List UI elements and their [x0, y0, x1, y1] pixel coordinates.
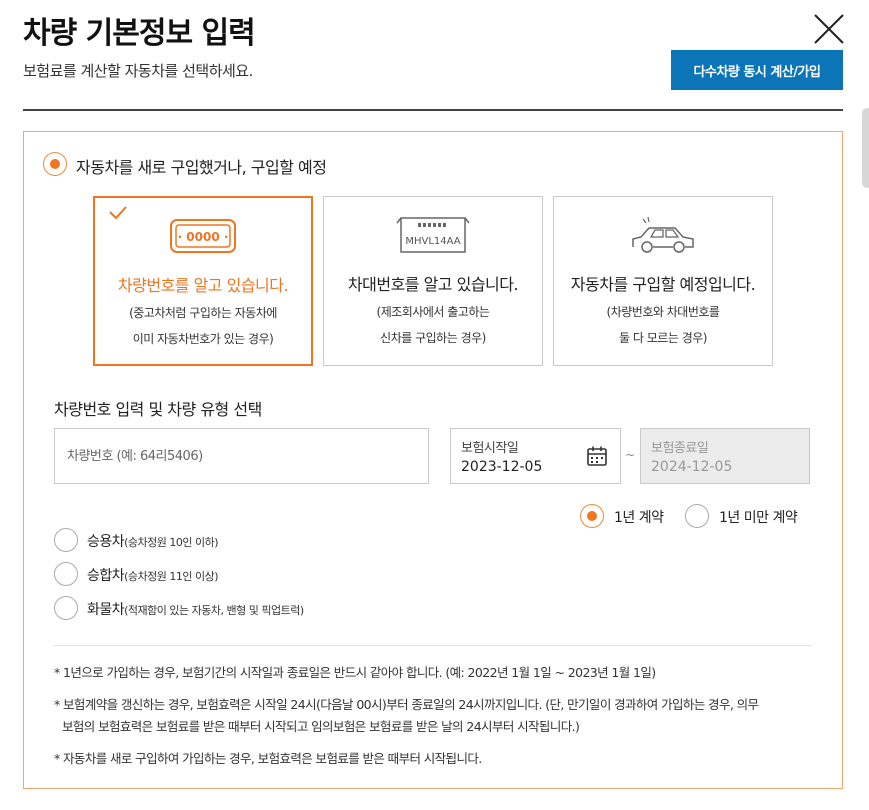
plate-icon-text: · 0000 ·	[178, 230, 229, 244]
card-desc-line2: 둘 다 모르는 경우)	[619, 331, 707, 345]
car-type-name: 승합차	[87, 568, 125, 584]
note-2-cont: 보험의 보험효력은 보험료를 받은 때부터 시작되고 임의보험은 보험료를 받은…	[62, 719, 580, 734]
card-planned-purchase[interactable]: 자동차를 구입할 예정입니다. (차량번호와 차대번호를 둘 다 모르는 경우)	[553, 196, 773, 366]
page-title: 차량 기본정보 입력	[23, 16, 256, 51]
page-subtitle: 보험료를 계산할 자동차를 선택하세요.	[23, 62, 253, 80]
calendar-icon[interactable]	[586, 445, 608, 467]
car-type-name: 화물차	[87, 602, 125, 618]
card-title: 자동차를 구입할 예정입니다.	[570, 275, 756, 294]
section-title: 차량번호 입력 및 차량 유형 선택	[54, 400, 262, 419]
note-2: * 보험계약을 갱신하는 경우, 보험효력은 시작일 24시(다음날 00시)부…	[54, 697, 759, 712]
notes-divider	[54, 645, 812, 646]
card-desc-line1: (제조회사에서 출고하는	[376, 305, 490, 319]
vin-icon-text: MHVL14AA	[405, 236, 460, 247]
car-type-desc: (적재함이 있는 자동차, 밴형 및 픽업트럭)	[124, 604, 304, 617]
new-car-radio[interactable]	[43, 152, 67, 176]
term-1year-label: 1년 계약	[614, 510, 664, 526]
term-short-radio[interactable]	[685, 504, 709, 528]
scrollbar-handle[interactable]	[862, 108, 869, 188]
car-type-desc: (승차정원 11인 이상)	[124, 570, 219, 583]
start-date-field[interactable]: 보험시작일 2023-12-05	[450, 428, 621, 484]
vin-plate-icon: MHVL14AA	[396, 217, 470, 253]
car-type-truck-radio[interactable]	[54, 596, 78, 620]
end-date-label: 보험종료일	[651, 441, 709, 456]
car-type-truck-label: 화물차(적재함이 있는 자동차, 밴형 및 픽업트럭)	[87, 599, 304, 619]
car-type-name: 승용차	[87, 534, 125, 550]
note-1: * 1년으로 가입하는 경우, 보험기간의 시작일과 종료일은 반드시 같아야 …	[54, 665, 656, 680]
header-divider	[23, 109, 843, 111]
car-type-desc: (승차정원 10인 이하)	[124, 536, 219, 549]
start-date-label: 보험시작일	[461, 441, 519, 456]
term-short-label: 1년 미만 계약	[719, 510, 798, 526]
card-desc-line1: (차량번호와 차대번호를	[606, 305, 720, 319]
start-date-value: 2023-12-05	[461, 459, 543, 475]
note-3: * 자동차를 새로 구입하여 가입하는 경우, 보험효력은 보험료를 받은 때부…	[54, 751, 482, 766]
end-date-value: 2024-12-05	[651, 459, 733, 475]
checkmark-icon	[109, 206, 127, 220]
end-date-field: 보험종료일 2024-12-05	[640, 428, 810, 484]
new-car-option-label: 자동차를 새로 구입했거나, 구입할 예정	[76, 158, 327, 177]
car-type-van-radio[interactable]	[54, 562, 78, 586]
card-title: 차량번호를 알고 있습니다.	[117, 276, 289, 295]
card-desc-line2: 신차를 구입하는 경우)	[380, 331, 486, 345]
card-desc-line2: 이미 자동차번호가 있는 경우)	[132, 332, 274, 346]
car-icon	[632, 216, 694, 253]
card-desc-line1: (중고차처럼 구입하는 자동차에	[129, 306, 277, 320]
date-range-separator: ~	[625, 448, 636, 462]
license-plate-icon: · 0000 ·	[170, 219, 236, 253]
card-plate-number[interactable]: · 0000 · 차량번호를 알고 있습니다. (중고차처럼 구입하는 자동차에…	[93, 196, 313, 366]
term-1year-radio[interactable]	[580, 504, 604, 528]
plate-number-input[interactable]	[54, 428, 429, 484]
car-type-van-label: 승합차(승차정원 11인 이상)	[87, 565, 219, 585]
car-type-passenger-radio[interactable]	[54, 528, 78, 552]
car-type-passenger-label: 승용차(승차정원 10인 이하)	[87, 531, 219, 551]
multi-vehicle-button[interactable]: 다수차량 동시 계산/가입	[671, 50, 843, 90]
card-vin-number[interactable]: MHVL14AA 차대번호를 알고 있습니다. (제조회사에서 출고하는 신차를…	[323, 196, 543, 366]
close-icon[interactable]	[812, 12, 846, 46]
card-title: 차대번호를 알고 있습니다.	[347, 275, 519, 294]
